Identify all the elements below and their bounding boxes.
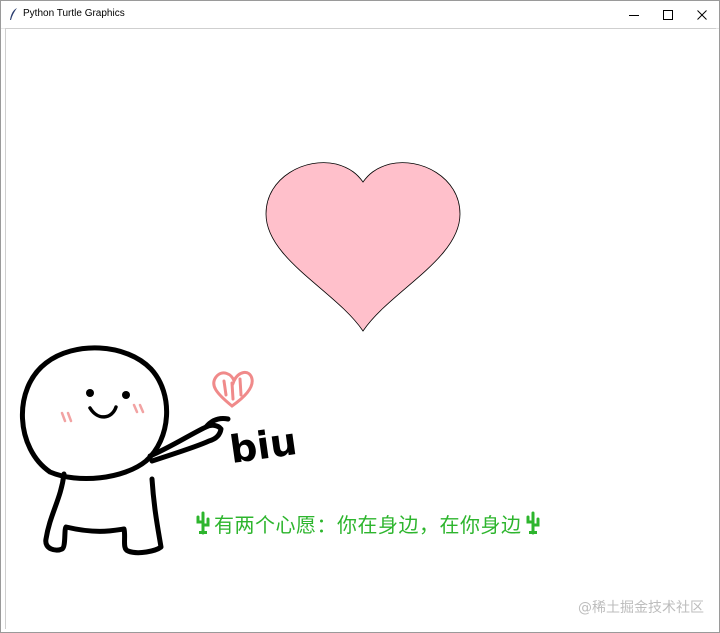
cactus-icon	[196, 511, 210, 535]
cactus-icon	[526, 511, 539, 535]
feather-icon	[10, 8, 17, 20]
maximize-icon	[663, 9, 673, 20]
close-icon	[697, 9, 707, 20]
minimize-icon	[629, 14, 639, 16]
drawing-layer: biu	[20, 162, 461, 556]
sticker-heart	[212, 371, 254, 408]
turtle-window: Python Turtle Graphics biu 有两个心愿：你在身边，在你…	[0, 0, 720, 633]
maximize-button[interactable]	[651, 1, 685, 28]
title-bar[interactable]: Python Turtle Graphics	[1, 1, 719, 29]
window-title: Python Turtle Graphics	[23, 8, 125, 19]
wish-line: 有两个心愿：你在身边，在你身边	[194, 508, 542, 538]
wish-text: 有两个心愿：你在身边，在你身边	[214, 512, 522, 537]
sticker-biu-text: biu	[227, 419, 300, 472]
turtle-canvas[interactable]: biu 有两个心愿：你在身边，在你身边 @稀土掘金技术社区	[5, 28, 716, 629]
minimize-button[interactable]	[617, 1, 651, 28]
pink-heart	[265, 162, 461, 332]
close-button[interactable]	[685, 1, 719, 28]
watermark: @稀土掘金技术社区	[578, 600, 704, 616]
